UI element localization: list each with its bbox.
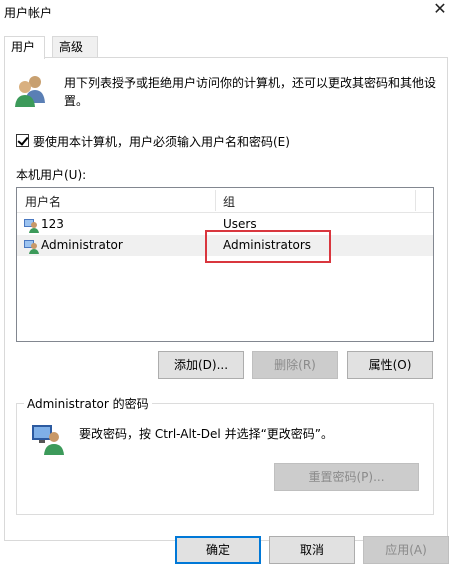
properties-button[interactable]: 属性(O) [347, 351, 433, 379]
cell-username: Administrator [41, 238, 123, 252]
user-icon [24, 219, 39, 233]
local-users-list[interactable]: 用户名 组 123 Users Administrator Administra… [16, 187, 434, 342]
password-hint-text: 要改密码，按 Ctrl-Alt-Del 并选择“更改密码”。 [79, 427, 334, 441]
require-login-checkbox[interactable] [16, 134, 29, 147]
password-group-title: Administrator 的密码 [24, 395, 152, 412]
cancel-button[interactable]: 取消 [269, 536, 355, 564]
remove-user-button[interactable]: 删除(R) [252, 351, 338, 379]
list-header: 用户名 组 [17, 188, 433, 213]
column-header-username[interactable]: 用户名 [25, 193, 61, 210]
cell-username: 123 [41, 217, 64, 231]
column-separator[interactable] [415, 190, 416, 211]
description-text: 用下列表授予或拒绝用户访问你的计算机，还可以更改其密码和其他设置。 [64, 76, 437, 108]
cell-group: Users [223, 217, 257, 231]
column-header-group[interactable]: 组 [223, 193, 235, 210]
apply-button[interactable]: 应用(A) [363, 536, 449, 564]
highlight-box [205, 230, 331, 263]
require-login-label[interactable]: 要使用本计算机，用户必须输入用户名和密码(E) [33, 133, 290, 150]
tab-advanced[interactable]: 高级 [52, 36, 98, 58]
user-key-icon [32, 425, 64, 455]
local-users-label: 本机用户(U): [16, 168, 87, 182]
title-bar: 用户帐户 ✕ [0, 0, 455, 30]
user-icon [24, 240, 39, 254]
password-group [16, 403, 434, 515]
add-user-button[interactable]: 添加(D)... [158, 351, 244, 379]
ok-button[interactable]: 确定 [175, 536, 261, 564]
tab-users[interactable]: 用户 [4, 36, 45, 59]
column-separator[interactable] [215, 190, 216, 211]
window-title: 用户帐户 [4, 6, 53, 20]
users-icon [15, 76, 45, 107]
reset-password-button[interactable]: 重置密码(P)... [274, 463, 419, 491]
close-icon[interactable]: ✕ [431, 0, 449, 18]
